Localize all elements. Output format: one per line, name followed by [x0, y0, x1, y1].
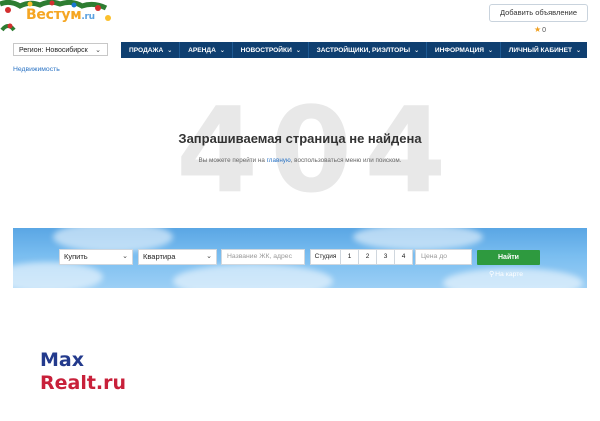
price-max-input[interactable]: Цена до	[415, 249, 472, 265]
site-logo[interactable]: Вестум.ru	[0, 0, 120, 36]
error-hint-text: , воспользоваться меню или поиском.	[290, 157, 402, 164]
breadcrumb[interactable]: Недвижимость	[13, 66, 60, 73]
error-code-background: 404	[176, 81, 459, 219]
favorites-counter[interactable]: ★0	[534, 25, 546, 34]
error-hint-text: Вы можете перейти на	[198, 157, 267, 164]
room-option-1[interactable]: 1	[341, 250, 359, 264]
room-option-studio[interactable]: Студия	[311, 250, 341, 264]
nav-item-account[interactable]: ЛИЧНЫЙ КАБИНЕТ ⌄	[501, 42, 587, 58]
room-option-2[interactable]: 2	[359, 250, 377, 264]
nav-item-info[interactable]: ИНФОРМАЦИЯ ⌄	[427, 42, 500, 58]
error-hint: Вы можете перейти на главную, воспользов…	[0, 157, 600, 164]
nav-item-sale[interactable]: ПРОДАЖА ⌄	[121, 42, 179, 58]
chevron-down-icon: ⌄	[167, 47, 173, 54]
nav-item-label: ПРОДАЖА	[129, 46, 164, 54]
room-option-3[interactable]: 3	[377, 250, 395, 264]
map-pin-icon: ⚲	[489, 271, 495, 278]
logo-text: Вестум.ru	[26, 7, 95, 23]
watermark-line-1: Max	[40, 349, 84, 371]
rooms-selector: Студия 1 2 3 4	[310, 249, 413, 265]
nav-item-rent[interactable]: АРЕНДА ⌄	[180, 42, 232, 58]
chevron-down-icon: ⌄	[122, 253, 128, 260]
map-link[interactable]: ⚲ На карте	[489, 270, 524, 279]
chevron-down-icon: ⌄	[219, 47, 225, 54]
nav-item-label: ЗАСТРОЙЩИКИ, РИЭЛТОРЫ	[316, 46, 411, 54]
property-type-value: Квартира	[143, 252, 176, 261]
watermark-logo: Max Realt.ru	[40, 349, 126, 395]
address-input[interactable]: Название ЖК, адрес	[221, 249, 305, 265]
map-link-label: На карте	[495, 270, 524, 278]
deal-type-value: Купить	[64, 252, 88, 261]
property-type-select[interactable]: Квартира ⌄	[138, 249, 217, 265]
nav-item-new-buildings[interactable]: НОВОСТРОЙКИ ⌄	[233, 42, 308, 58]
nav-item-label: ЛИЧНЫЙ КАБИНЕТ	[508, 46, 572, 54]
chevron-down-icon: ⌄	[487, 47, 493, 54]
chevron-down-icon: ⌄	[295, 47, 301, 54]
star-icon: ★	[534, 25, 542, 34]
chevron-down-icon: ⌄	[95, 47, 101, 54]
nav-item-label: ИНФОРМАЦИЯ	[434, 46, 484, 54]
cloud-decoration	[13, 262, 103, 288]
cloud-decoration	[353, 228, 483, 250]
add-listing-button[interactable]: Добавить объявление	[489, 4, 588, 22]
nav-item-label: НОВОСТРОЙКИ	[240, 46, 292, 54]
watermark-line-2: Realt.ru	[40, 372, 127, 394]
chevron-down-icon: ⌄	[576, 47, 582, 54]
cloud-decoration	[173, 264, 333, 288]
main-nav: ПРОДАЖА ⌄ АРЕНДА ⌄ НОВОСТРОЙКИ ⌄ ЗАСТРОЙЩИК…	[121, 42, 587, 58]
logo-brand: Вестум	[26, 7, 82, 23]
page-title: Запрашиваемая страница не найдена	[178, 131, 422, 146]
nav-item-developers[interactable]: ЗАСТРОЙЩИКИ, РИЭЛТОРЫ ⌄	[309, 42, 427, 58]
region-select[interactable]: Регион: Новосибирск ⌄	[13, 43, 108, 56]
deal-type-select[interactable]: Купить ⌄	[59, 249, 133, 265]
search-button[interactable]: Найти	[477, 250, 540, 265]
favorites-count: 0	[542, 27, 547, 34]
chevron-down-icon: ⌄	[206, 253, 212, 260]
home-link[interactable]: главную	[267, 157, 291, 164]
region-label: Регион: Новосибирск	[19, 47, 88, 54]
logo-suffix: .ru	[81, 12, 95, 22]
chevron-down-icon: ⌄	[414, 47, 420, 54]
nav-item-label: АРЕНДА	[188, 46, 216, 54]
room-option-4[interactable]: 4	[395, 250, 412, 264]
